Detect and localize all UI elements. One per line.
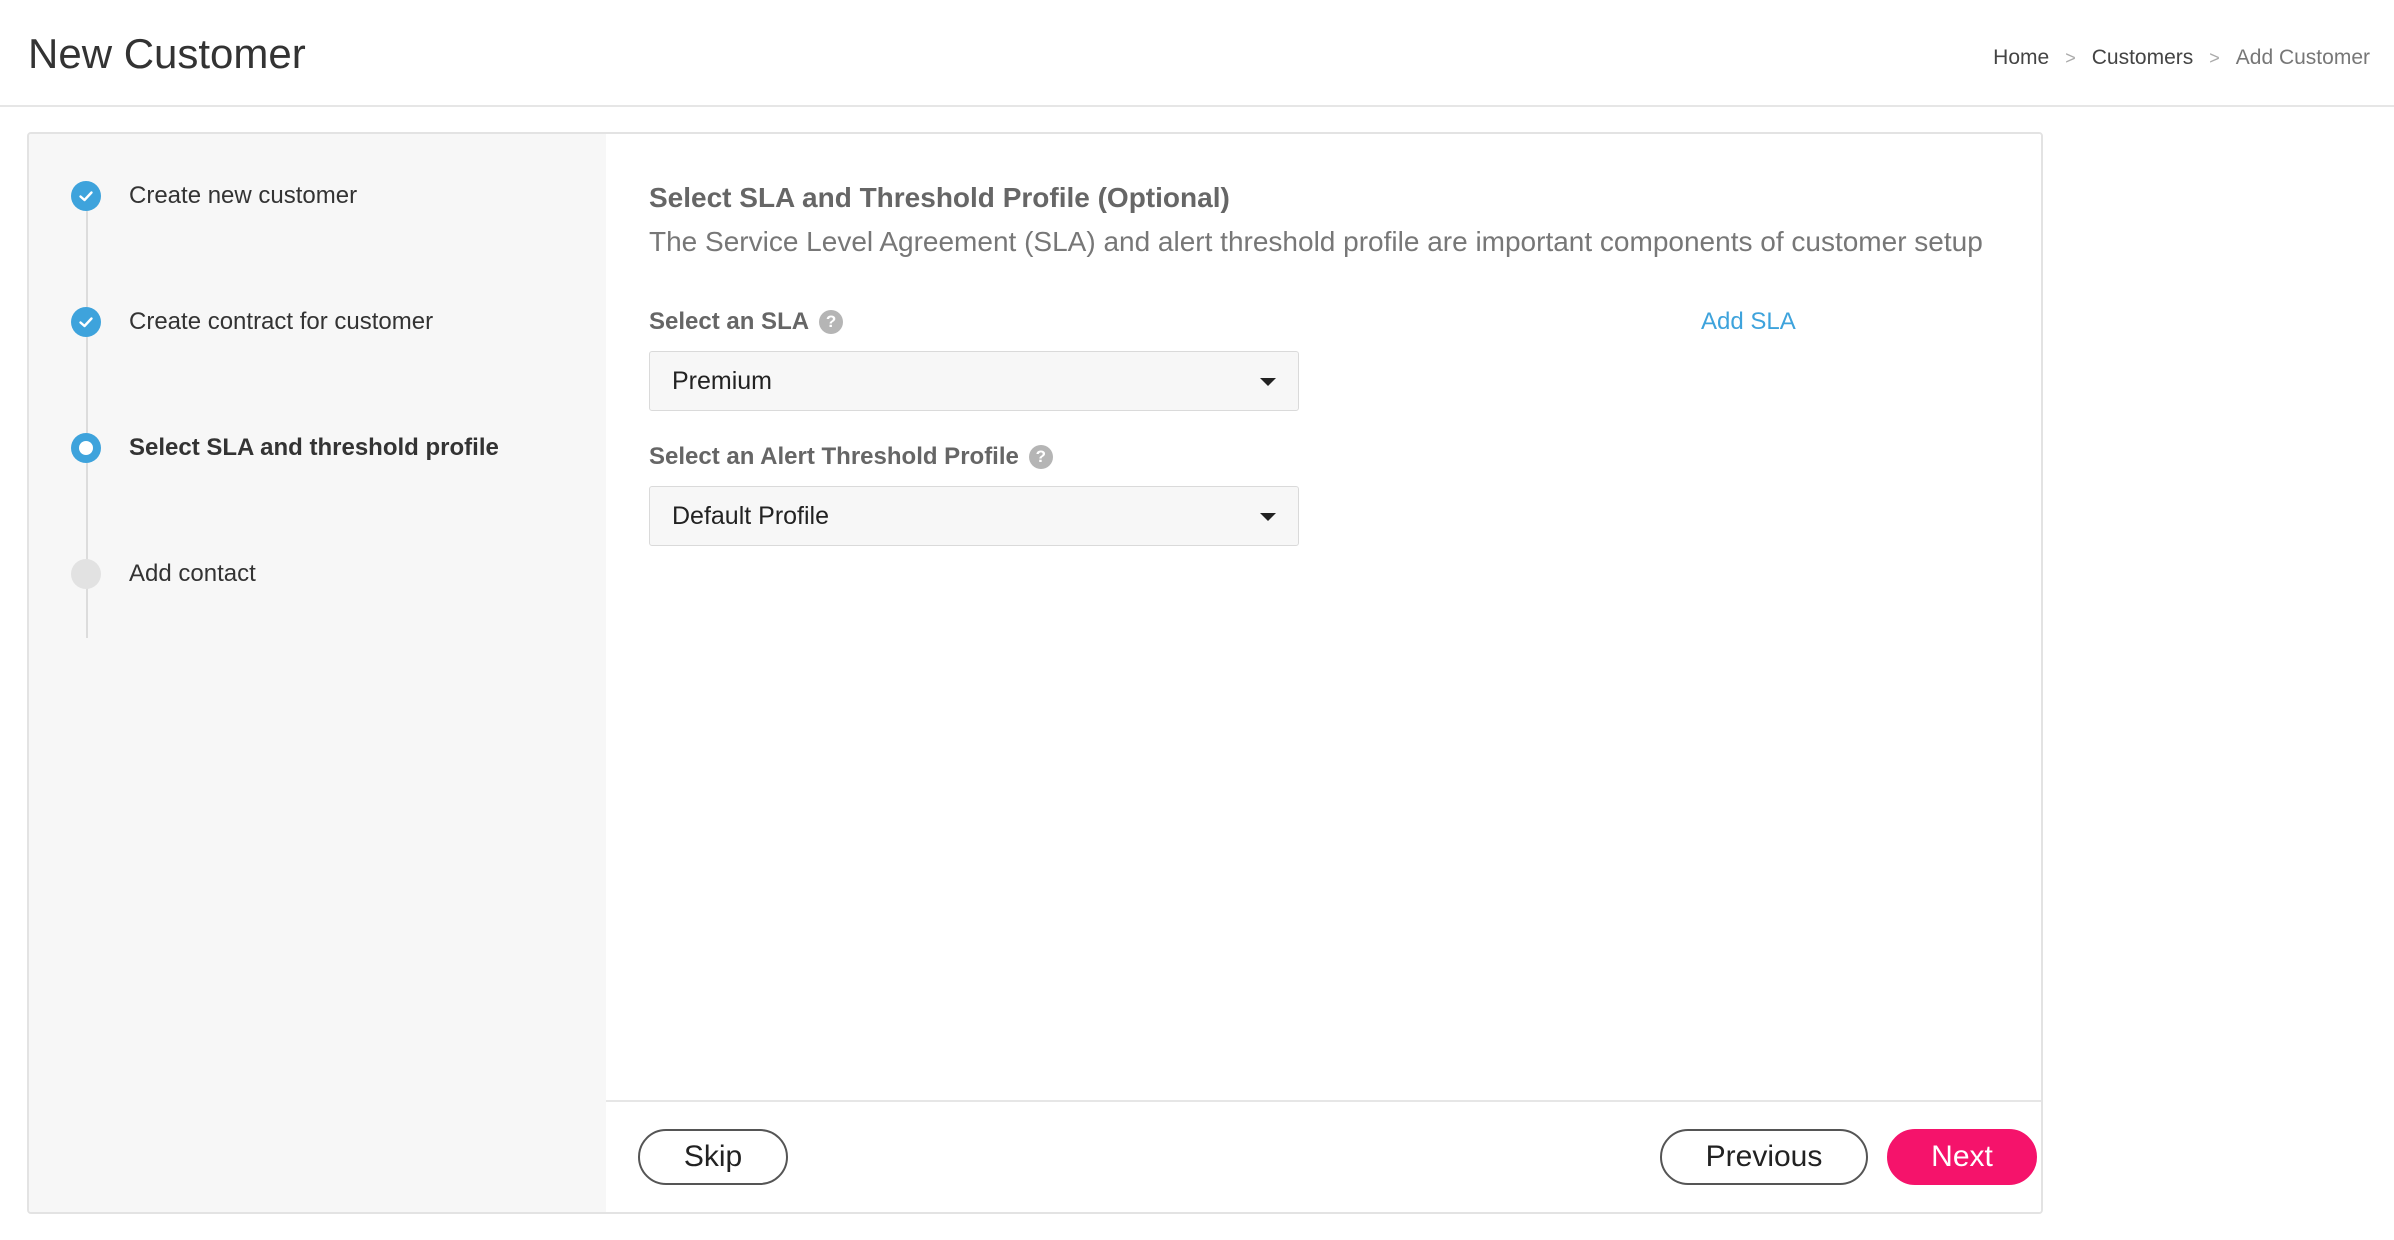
previous-button[interactable]: Previous — [1660, 1129, 1868, 1185]
help-icon[interactable]: ? — [819, 310, 844, 334]
breadcrumb-separator: > — [2209, 47, 2220, 68]
page-title: New Customer — [28, 30, 306, 77]
add-sla-link[interactable]: Add SLA — [1701, 308, 1796, 336]
caret-down-icon — [1260, 513, 1276, 521]
breadcrumb-home[interactable]: Home — [1993, 46, 2049, 70]
wizard-steps-panel: Create new customer Create contract for … — [29, 134, 606, 1212]
step-label: Create contract for customer — [129, 308, 434, 335]
threshold-field-label: Select an Alert Threshold Profile ? — [649, 443, 1053, 471]
check-icon — [71, 307, 101, 337]
step-label: Create new customer — [129, 182, 358, 209]
help-icon[interactable]: ? — [1028, 445, 1053, 469]
pending-step-icon — [71, 559, 101, 589]
section-description: The Service Level Agreement (SLA) and al… — [649, 226, 1983, 257]
current-step-icon — [71, 433, 101, 463]
skip-button[interactable]: Skip — [638, 1129, 788, 1185]
page-header: New Customer Home > Customers > Add Cust… — [0, 0, 2394, 107]
wizard-card: Create new customer Create contract for … — [27, 132, 2043, 1214]
next-button[interactable]: Next — [1887, 1129, 2037, 1185]
check-icon — [71, 181, 101, 211]
breadcrumb-separator: > — [2065, 47, 2076, 68]
wizard-footer: Skip Previous Next — [606, 1100, 2041, 1212]
step-create-customer[interactable]: Create new customer — [71, 180, 357, 212]
step-label: Select SLA and threshold profile — [129, 434, 499, 461]
sla-label-text: Select an SLA — [649, 308, 810, 335]
threshold-selected-value: Default Profile — [672, 501, 830, 530]
step-select-sla[interactable]: Select SLA and threshold profile — [71, 432, 499, 464]
threshold-profile-select[interactable]: Default Profile — [649, 486, 1299, 546]
sla-field-label: Select an SLA ? — [649, 308, 844, 336]
sla-select[interactable]: Premium — [649, 351, 1299, 411]
threshold-label-text: Select an Alert Threshold Profile — [649, 443, 1019, 470]
step-label: Add contact — [129, 560, 256, 587]
section-title: Select SLA and Threshold Profile (Option… — [649, 182, 1230, 213]
step-add-contact[interactable]: Add contact — [71, 558, 256, 590]
wizard-content: Select SLA and Threshold Profile (Option… — [606, 134, 2041, 1212]
breadcrumb-customers[interactable]: Customers — [2092, 46, 2194, 70]
breadcrumb-current: Add Customer — [2235, 46, 2370, 69]
step-create-contract[interactable]: Create contract for customer — [71, 306, 433, 338]
breadcrumb: Home > Customers > Add Customer — [1993, 46, 2370, 70]
sla-selected-value: Premium — [672, 366, 773, 395]
caret-down-icon — [1260, 378, 1276, 386]
